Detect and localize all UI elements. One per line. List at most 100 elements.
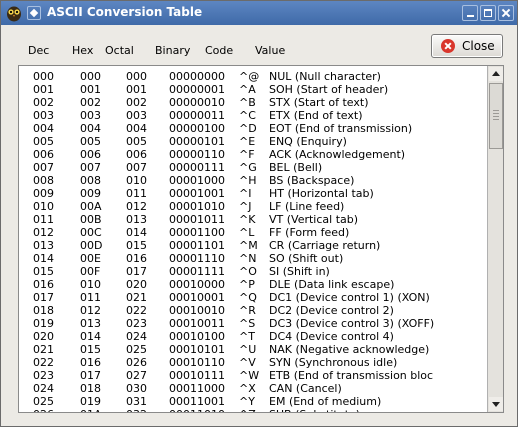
cell-octal: 000 <box>126 70 147 83</box>
cell-hex: 00E <box>80 252 101 265</box>
table-row[interactable]: 015 00F 017 00001111 ^O SI (Shift in) <box>19 265 489 278</box>
cell-octal: 010 <box>126 174 147 187</box>
cell-hex: 018 <box>80 382 101 395</box>
table-row[interactable]: 002 002 002 00000010 ^B STX (Start of text) <box>19 96 489 109</box>
header-binary: Binary <box>155 44 191 57</box>
cell-code: ^O <box>239 265 257 278</box>
cell-hex: 016 <box>80 356 101 369</box>
table-row[interactable]: 013 00D 015 00001101 ^M CR (Carriage return) <box>19 239 489 252</box>
cell-hex: 015 <box>80 343 101 356</box>
cell-dec: 021 <box>33 343 54 356</box>
cell-octal: 024 <box>126 330 147 343</box>
cell-code: ^T <box>239 330 255 343</box>
cell-value: VT (Vertical tab) <box>269 213 359 226</box>
table-row[interactable]: 012 00C 014 00001100 ^L FF (Form feed) <box>19 226 489 239</box>
cell-hex: 014 <box>80 330 101 343</box>
cell-code: ^J <box>239 200 252 213</box>
table-row[interactable]: 007 007 007 00000111 ^G BEL (Bell) <box>19 161 489 174</box>
cell-octal: 005 <box>126 135 147 148</box>
cell-code: ^A <box>239 83 256 96</box>
cell-dec: 004 <box>33 122 54 135</box>
table-row[interactable]: 021 015 025 00010101 ^U NAK (Negative acknowl… <box>19 343 489 356</box>
scroll-thumb[interactable] <box>489 83 503 149</box>
scroll-up-arrow-icon[interactable] <box>489 67 503 81</box>
cell-code: ^S <box>239 317 256 330</box>
cell-code: ^U <box>239 343 257 356</box>
table-row[interactable]: 008 008 010 00001000 ^H BS (Backspace) <box>19 174 489 187</box>
minimize-icon[interactable] <box>462 5 478 21</box>
cell-hex: 000 <box>80 70 101 83</box>
table-row[interactable]: 023 017 027 00010111 ^W ETB (End of transmiss… <box>19 369 489 382</box>
maximize-icon[interactable] <box>480 5 496 21</box>
cell-octal: 032 <box>126 408 147 412</box>
table-row[interactable]: 024 018 030 00011000 ^X CAN (Cancel) <box>19 382 489 395</box>
cell-value: DC4 (Device control 4) <box>269 330 394 343</box>
cell-code: ^X <box>239 382 256 395</box>
table-row[interactable]: 017 011 021 00010001 ^Q DC1 (Device control 1… <box>19 291 489 304</box>
cell-binary: 00001000 <box>169 174 225 187</box>
cell-binary: 00010110 <box>169 356 225 369</box>
cell-hex: 010 <box>80 278 101 291</box>
cell-binary: 00001010 <box>169 200 225 213</box>
table-row[interactable]: 025 019 031 00011001 ^Y EM (End of medium) <box>19 395 489 408</box>
window-menu-icon[interactable] <box>27 6 41 20</box>
cell-value: SUB (Substitute) <box>269 408 360 412</box>
table-row[interactable]: 003 003 003 00000011 ^C ETX (End of text) <box>19 109 489 122</box>
cell-value: EOT (End of transmission) <box>269 122 413 135</box>
cell-code: ^E <box>239 135 256 148</box>
cell-octal: 031 <box>126 395 147 408</box>
table-row[interactable]: 010 00A 012 00001010 ^J LF (Line feed) <box>19 200 489 213</box>
table-row[interactable]: 016 010 020 00010000 ^P DLE (Data link escape… <box>19 278 489 291</box>
title-bar[interactable]: ASCII Conversion Table <box>1 1 517 25</box>
cell-octal: 013 <box>126 213 147 226</box>
cell-hex: 006 <box>80 148 101 161</box>
cell-binary: 00001111 <box>169 265 225 278</box>
table-row[interactable]: 005 005 005 00000101 ^E ENQ (Enquiry) <box>19 135 489 148</box>
cell-code: ^B <box>239 96 256 109</box>
cell-dec: 002 <box>33 96 54 109</box>
cell-value: HT (Horizontal tab) <box>269 187 374 200</box>
app-owl-icon[interactable] <box>5 4 23 22</box>
table-row[interactable]: 022 016 026 00010110 ^V SYN (Synchronous idle… <box>19 356 489 369</box>
table-row[interactable]: 018 012 022 00010010 ^R DC2 (Device control 2… <box>19 304 489 317</box>
scroll-down-arrow-icon[interactable] <box>489 397 503 411</box>
cell-code: ^L <box>239 226 255 239</box>
table-row[interactable]: 011 00B 013 00001011 ^K VT (Vertical tab) <box>19 213 489 226</box>
cell-value: DC3 (Device control 3) (XOFF) <box>269 317 435 330</box>
cell-dec: 011 <box>33 213 54 226</box>
table-row[interactable]: 001 001 001 00000001 ^A SOH (Start of header) <box>19 83 489 96</box>
table-row[interactable]: 026 01A 032 00011010 ^Z SUB (Substitute) <box>19 408 489 412</box>
table-row[interactable]: 000 000 000 00000000 ^@ NUL (Null character) <box>19 70 489 83</box>
ascii-list[interactable]: 000 000 000 00000000 ^@ NUL (Null character) 0… <box>18 65 504 413</box>
table-row[interactable]: 020 014 024 00010100 ^T DC4 (Device control 4… <box>19 330 489 343</box>
cell-binary: 00000001 <box>169 83 225 96</box>
cell-binary: 00010011 <box>169 317 225 330</box>
cell-dec: 003 <box>33 109 54 122</box>
cell-dec: 010 <box>33 200 54 213</box>
table-row[interactable]: 004 004 004 00000100 ^D EOT (End of transmiss… <box>19 122 489 135</box>
cell-code: ^R <box>239 304 256 317</box>
cell-code: ^C <box>239 109 256 122</box>
cell-octal: 015 <box>126 239 147 252</box>
cell-value: ETB (End of transmission bloc <box>269 369 434 382</box>
close-circle-icon <box>441 39 455 53</box>
table-row[interactable]: 019 013 023 00010011 ^S DC3 (Device control 3… <box>19 317 489 330</box>
header-octal: Octal <box>105 44 134 57</box>
cell-code: ^Y <box>239 395 255 408</box>
cell-code: ^K <box>239 213 256 226</box>
cell-octal: 006 <box>126 148 147 161</box>
cell-octal: 020 <box>126 278 147 291</box>
cell-value: ENQ (Enquiry) <box>269 135 347 148</box>
close-button[interactable]: Close <box>431 34 503 58</box>
table-row[interactable]: 014 00E 016 00001110 ^N SO (Shift out) <box>19 252 489 265</box>
table-row[interactable]: 009 009 011 00001001 ^I HT (Horizontal tab) <box>19 187 489 200</box>
cell-hex: 012 <box>80 304 101 317</box>
table-row[interactable]: 006 006 006 00000110 ^F ACK (Acknowledgement) <box>19 148 489 161</box>
cell-dec: 012 <box>33 226 54 239</box>
cell-binary: 00010000 <box>169 278 225 291</box>
cell-octal: 003 <box>126 109 147 122</box>
vertical-scrollbar[interactable] <box>487 66 503 412</box>
cell-code: ^H <box>239 174 257 187</box>
cell-dec: 005 <box>33 135 54 148</box>
window-close-icon[interactable] <box>498 5 514 21</box>
